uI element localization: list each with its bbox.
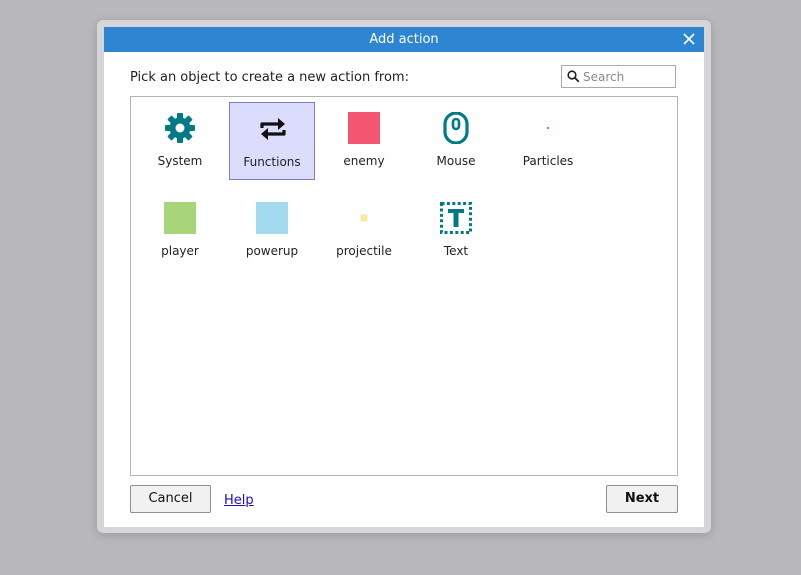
object-text[interactable]: Text (413, 192, 499, 270)
object-functions[interactable]: Functions (229, 102, 315, 180)
particle-dot-icon (547, 127, 549, 129)
sprite-swatch-icon (348, 112, 380, 144)
sprite-swatch-icon (360, 214, 368, 222)
object-mouse[interactable]: Mouse (413, 102, 499, 180)
sprite-swatch-icon (256, 202, 288, 234)
dialog-titlebar: Add action (104, 27, 704, 52)
dialog-title: Add action (369, 32, 439, 47)
help-link[interactable]: Help (224, 493, 254, 508)
dialog-prompt: Pick an object to create a new action fr… (130, 70, 409, 85)
next-button[interactable]: Next (606, 485, 678, 513)
sprite-swatch-icon (164, 202, 196, 234)
mouse-icon (443, 112, 469, 144)
cancel-button[interactable]: Cancel (130, 485, 211, 513)
close-button[interactable] (680, 30, 698, 48)
object-player[interactable]: player (137, 192, 223, 270)
object-label: Text (443, 244, 469, 258)
object-enemy[interactable]: enemy (321, 102, 407, 180)
object-particles[interactable]: Particles (505, 102, 591, 180)
text-object-icon (440, 202, 472, 234)
gear-icon (165, 113, 195, 143)
object-powerup[interactable]: powerup (229, 192, 315, 270)
repeat-arrows-icon (260, 118, 286, 140)
object-label: player (161, 244, 199, 258)
object-label: Mouse (436, 154, 476, 168)
object-projectile[interactable]: projectile (321, 192, 407, 270)
add-action-dialog: Add action Pick an object to create a ne… (104, 27, 704, 527)
object-label: projectile (336, 244, 392, 258)
close-icon (683, 33, 695, 45)
search-input[interactable] (583, 67, 673, 86)
object-label: System (157, 154, 203, 168)
object-label: Functions (243, 155, 301, 169)
object-label: enemy (343, 154, 385, 168)
search-box[interactable] (561, 65, 676, 88)
object-label: powerup (245, 244, 299, 258)
search-icon (567, 70, 580, 83)
object-system[interactable]: System (137, 102, 223, 180)
object-label: Particles (522, 154, 574, 168)
object-list: System Functions enemy Mouse Particles p… (130, 96, 678, 476)
